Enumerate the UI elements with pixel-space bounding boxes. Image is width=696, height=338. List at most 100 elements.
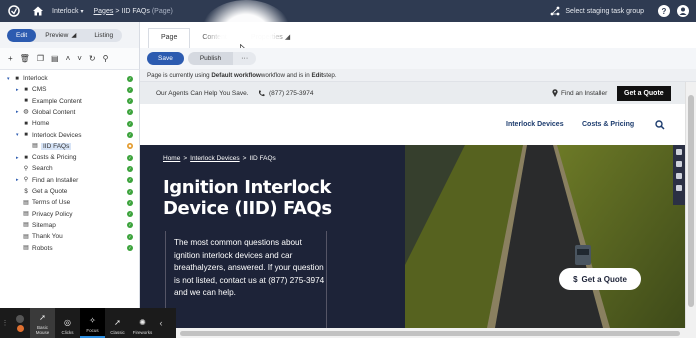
staging-task-group-selector[interactable]: Select staging task group (550, 6, 644, 16)
tree-item[interactable]: ▸ ◍ Global Content ✓ (0, 107, 140, 118)
find-installer-link[interactable]: Find an Installer (552, 89, 607, 97)
hero-section: Home > Interlock Devices > IID FAQs Igni… (140, 145, 685, 328)
tree-item[interactable]: ▾ ■ Interlock ✓ (0, 73, 140, 84)
horizontal-scrollbar[interactable] (140, 328, 696, 338)
tab-content[interactable]: Content (190, 34, 239, 48)
expand-closed-icon[interactable]: ▸ (16, 155, 21, 161)
main-nav: Interlock Devices Costs & Pricing (140, 104, 685, 145)
breadcrumb-pages-link[interactable]: Pages (93, 8, 113, 15)
search-icon[interactable]: ⚲ (103, 54, 109, 63)
refresh-icon[interactable]: ↻ (89, 54, 96, 63)
paste-icon[interactable]: ▤ (51, 54, 59, 63)
breadcrumb-interlock-devices[interactable]: Interlock Devices (190, 155, 240, 162)
focus-spotlight-icon: ✧ (89, 316, 96, 325)
hero-blurb: The most common questions about ignition… (165, 231, 327, 328)
scroll-thumb[interactable] (180, 331, 680, 336)
page-breadcrumb: Home > Interlock Devices > IID FAQs (163, 155, 276, 162)
delete-icon[interactable]: 🗑 (20, 54, 30, 63)
dollar-icon: $ (24, 188, 28, 195)
page-tabs: Page Content Properties ◢ (140, 22, 696, 48)
breadcrumb-separator: > (242, 155, 247, 162)
publish-button[interactable]: Publish (187, 52, 234, 65)
status-published-icon: ✓ (127, 188, 133, 195)
recording-controls[interactable] (10, 308, 30, 338)
pause-icon[interactable] (16, 314, 24, 323)
status-published-icon: ✓ (127, 199, 133, 206)
tab-properties[interactable]: Properties ◢ (239, 33, 302, 48)
click-mode-focus[interactable]: ✧ Focus (80, 308, 105, 338)
tree-item[interactable]: $ Get a Quote ✓ (0, 186, 140, 197)
add-page-icon[interactable]: + (8, 54, 13, 63)
scroll-thumb[interactable] (688, 95, 694, 307)
expand-open-icon[interactable]: ▾ (16, 132, 21, 138)
tree-item[interactable]: ▤ Sitemap ✓ (0, 220, 140, 231)
site-switcher[interactable]: Interlock ▾ (52, 8, 83, 15)
edit-side-tools (673, 145, 685, 205)
app-logo-icon[interactable] (6, 3, 22, 19)
block-settings-icon[interactable] (676, 161, 682, 167)
user-avatar-icon[interactable] (677, 5, 689, 17)
tree-item[interactable]: ▤ IID FAQs ◆ (0, 141, 140, 152)
tree-item[interactable]: ▸ ⚲ Find an Installer ✓ (0, 175, 140, 186)
expand-open-icon[interactable]: ▾ (7, 76, 12, 82)
promo-text: Our Agents Can Help You Save. (156, 89, 249, 97)
click-mode-clicks[interactable]: ◎ Clicks (55, 308, 80, 338)
click-mode-basic-mouse[interactable]: ➚ Basic Mouse (30, 308, 55, 338)
click-effects-toolbar: ⋮ ➚ Basic Mouse ◎ Clicks ✧ Focus ➚ Classic ✺ Fire… (0, 308, 176, 338)
mode-preview[interactable]: Preview ◢ (36, 29, 85, 42)
page-icon: ▤ (32, 143, 38, 150)
record-icon[interactable] (16, 324, 24, 332)
tree-item[interactable]: ▤ Terms of Use ✓ (0, 197, 140, 208)
vertical-scrollbar[interactable] (685, 82, 696, 328)
tree-item[interactable]: ▤ Thank You ✓ (0, 231, 140, 242)
more-actions-button[interactable]: ··· (233, 52, 257, 65)
gear-icon[interactable] (676, 173, 682, 179)
save-button[interactable]: Save (147, 52, 184, 65)
drag-handle-icon[interactable]: ⋮ (0, 308, 10, 338)
expand-closed-icon[interactable]: ▸ (16, 177, 21, 183)
mode-edit[interactable]: Edit (7, 28, 37, 42)
mode-listing[interactable]: Listing (85, 29, 122, 42)
tree-item[interactable]: ▤ Robots ✓ (0, 243, 140, 254)
status-published-icon: ✓ (127, 222, 133, 229)
home-icon[interactable] (32, 5, 44, 17)
move-up-icon[interactable]: ˄ (66, 54, 71, 63)
drag-handle-icon[interactable] (676, 149, 682, 155)
page-icon: ■ (24, 98, 28, 105)
page-icon: ■ (24, 154, 28, 161)
phone-number: (877) 275-3974 (269, 89, 314, 97)
click-mode-classic[interactable]: ➚ Classic (105, 308, 130, 338)
tree-item-label: Interlock Devices (32, 131, 82, 139)
tree-item[interactable]: ▸ ■ CMS ✓ (0, 84, 140, 95)
nav-interlock-devices[interactable]: Interlock Devices (506, 121, 564, 128)
phone-link[interactable]: (877) 275-3974 (258, 90, 313, 97)
expand-closed-icon[interactable]: ▸ (16, 87, 21, 93)
tree-toolbar: + 🗑 ❐ ▤ ˄ ˅ ↻ ⚲ (0, 48, 140, 70)
tree-item[interactable]: ▾ ■ Interlock Devices ✓ (0, 130, 140, 141)
collapse-icon[interactable]: ‹ (155, 308, 167, 338)
copy-icon[interactable]: ❐ (37, 54, 44, 63)
tab-page[interactable]: Page (148, 28, 191, 48)
expand-closed-icon[interactable]: ▸ (16, 109, 21, 115)
page-icon: ■ (24, 132, 28, 138)
page-actions: Save Publish ··· (140, 48, 696, 69)
move-down-icon[interactable]: ˅ (77, 54, 82, 63)
get-a-quote-button[interactable]: Get a Quote (617, 86, 671, 101)
tree-item[interactable]: ■ Example Content ✓ (0, 96, 140, 107)
tree-item[interactable]: ▸ ■ Costs & Pricing ✓ (0, 152, 140, 163)
click-mode-fireworks[interactable]: ✺ Fireworks (130, 308, 155, 338)
status-published-icon: ✓ (127, 245, 133, 251)
tree-item[interactable]: ⚲ Search ✓ (0, 163, 140, 174)
status-published-icon: ✓ (127, 120, 133, 127)
help-icon[interactable]: ? (658, 5, 670, 17)
tree-item[interactable]: ▤ Privacy Policy ✓ (0, 209, 140, 220)
tree-item[interactable]: ■ Home ✓ (0, 118, 140, 129)
search-icon[interactable] (655, 119, 665, 130)
delete-icon[interactable] (676, 185, 682, 191)
hero-get-a-quote-button[interactable]: $ Get a Quote (559, 268, 641, 290)
tree-item-label: Terms of Use (32, 199, 71, 207)
tree-item-label: Costs & Pricing (32, 154, 77, 162)
nav-costs-pricing[interactable]: Costs & Pricing (582, 121, 634, 128)
breadcrumb-home[interactable]: Home (163, 155, 180, 162)
tree-item-label: Get a Quote (32, 188, 68, 195)
